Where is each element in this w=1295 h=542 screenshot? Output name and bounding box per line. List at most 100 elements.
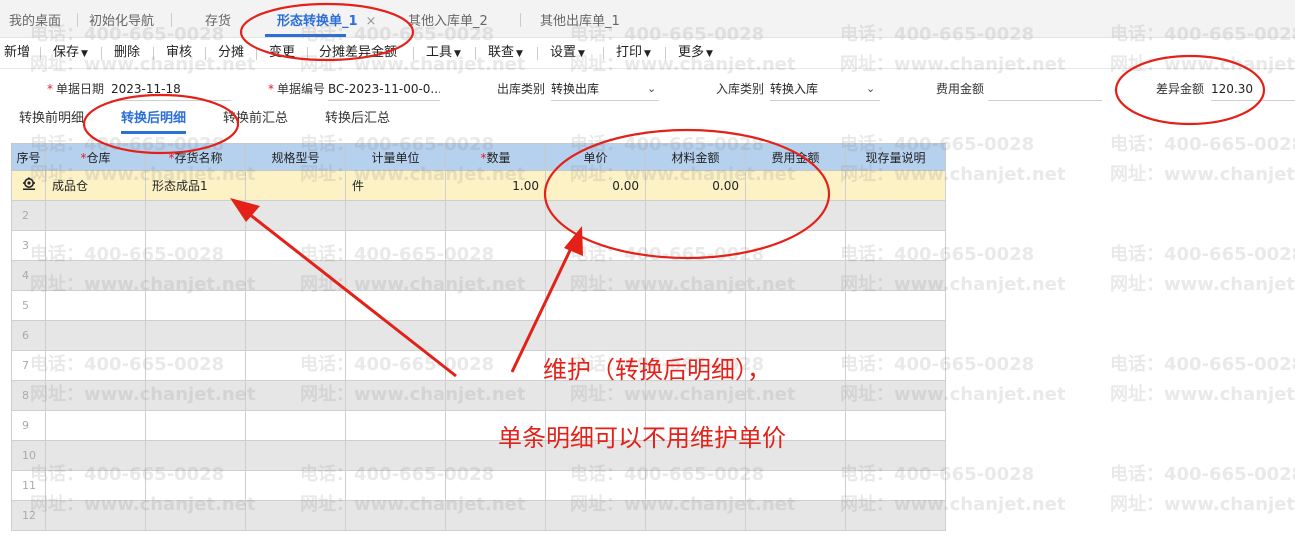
empty-cell[interactable] <box>245 230 346 261</box>
empty-cell[interactable] <box>145 440 246 471</box>
tab-form-conversion[interactable]: 形态转换单_1 × <box>265 0 376 37</box>
empty-cell[interactable] <box>45 320 146 351</box>
empty-cell[interactable] <box>45 260 146 291</box>
empty-cell[interactable] <box>545 290 646 321</box>
empty-cell[interactable] <box>45 500 146 531</box>
empty-cell[interactable] <box>745 380 846 411</box>
table-row[interactable]: 9 <box>11 410 946 441</box>
cell-spec[interactable] <box>245 170 346 201</box>
empty-cell[interactable] <box>345 200 446 231</box>
empty-cell[interactable] <box>445 470 546 501</box>
empty-cell[interactable] <box>445 230 546 261</box>
table-row[interactable]: 10 <box>11 440 946 471</box>
empty-cell[interactable] <box>245 500 346 531</box>
empty-cell[interactable] <box>45 230 146 261</box>
empty-cell[interactable] <box>145 200 246 231</box>
col-header-qty[interactable]: *数量 <box>445 143 546 171</box>
empty-cell[interactable] <box>645 200 746 231</box>
tab-other-inbound[interactable]: 其他入库单_2 <box>408 0 488 37</box>
empty-cell[interactable] <box>845 380 946 411</box>
more-menu[interactable]: 更多 ▼ <box>678 38 713 68</box>
empty-cell[interactable] <box>445 380 546 411</box>
empty-cell[interactable] <box>145 410 246 441</box>
empty-cell[interactable] <box>845 320 946 351</box>
empty-cell[interactable] <box>845 200 946 231</box>
empty-cell[interactable] <box>45 470 146 501</box>
link-query-menu[interactable]: 联查 ▼ <box>488 38 523 68</box>
empty-cell[interactable] <box>45 380 146 411</box>
empty-cell[interactable] <box>145 230 246 261</box>
table-row[interactable]: 8 <box>11 380 946 411</box>
empty-cell[interactable] <box>145 500 246 531</box>
chevron-down-icon[interactable]: ⌄ <box>866 78 875 100</box>
empty-cell[interactable] <box>645 470 746 501</box>
row-settings-cell[interactable] <box>11 170 46 201</box>
allocate-button[interactable]: 分摊 <box>218 38 244 68</box>
col-header-price[interactable]: 单价 <box>545 143 646 171</box>
subtab-before-detail[interactable]: 转换前明细 <box>19 108 84 134</box>
empty-cell[interactable] <box>645 230 746 261</box>
fee-amount-input[interactable] <box>988 78 1102 101</box>
empty-cell[interactable] <box>745 290 846 321</box>
cell-fee-amount[interactable] <box>745 170 846 201</box>
empty-cell[interactable] <box>845 260 946 291</box>
empty-cell[interactable] <box>245 200 346 231</box>
table-row[interactable]: 7 <box>11 350 946 381</box>
empty-cell[interactable] <box>45 350 146 381</box>
empty-cell[interactable] <box>245 290 346 321</box>
empty-cell[interactable] <box>345 230 446 261</box>
empty-cell[interactable] <box>145 470 246 501</box>
cell-stock-note[interactable] <box>845 170 946 201</box>
empty-cell[interactable] <box>845 230 946 261</box>
empty-cell[interactable] <box>445 260 546 291</box>
diff-amount-input[interactable]: 120.30 <box>1211 78 1295 101</box>
in-type-select[interactable]: 转换入库 <box>770 78 880 101</box>
empty-cell[interactable] <box>345 320 446 351</box>
change-button[interactable]: 变更 <box>269 38 295 68</box>
tab-my-desktop[interactable]: 我的桌面 <box>9 0 61 37</box>
col-header-warehouse[interactable]: *仓库 <box>45 143 146 171</box>
empty-cell[interactable] <box>845 470 946 501</box>
empty-cell[interactable] <box>145 290 246 321</box>
empty-cell[interactable] <box>445 350 546 381</box>
empty-cell[interactable] <box>545 470 646 501</box>
doc-no-input[interactable]: BC-2023-11-00-0... <box>328 78 440 101</box>
empty-cell[interactable] <box>45 440 146 471</box>
col-header-item-name[interactable]: *存货名称 <box>145 143 246 171</box>
empty-cell[interactable] <box>545 500 646 531</box>
empty-cell[interactable] <box>545 260 646 291</box>
table-row[interactable]: 12 <box>11 500 946 531</box>
empty-cell[interactable] <box>345 500 446 531</box>
save-button[interactable]: 保存 ▼ <box>53 38 88 68</box>
empty-cell[interactable] <box>445 290 546 321</box>
table-row[interactable]: 3 <box>11 230 946 261</box>
col-header-fee-amount[interactable]: 费用金额 <box>745 143 846 171</box>
empty-cell[interactable] <box>445 500 546 531</box>
empty-cell[interactable] <box>845 410 946 441</box>
settings-menu[interactable]: 设置 ▼ <box>550 38 585 68</box>
cell-warehouse[interactable]: 成品仓 <box>45 170 146 201</box>
delete-button[interactable]: 删除 <box>114 38 140 68</box>
empty-cell[interactable] <box>745 230 846 261</box>
empty-cell[interactable] <box>745 260 846 291</box>
chevron-down-icon[interactable]: ⌄ <box>647 78 656 100</box>
empty-cell[interactable] <box>645 290 746 321</box>
col-header-stock-note[interactable]: 现存量说明 <box>845 143 946 171</box>
out-type-select[interactable]: 转换出库 <box>551 78 659 101</box>
empty-cell[interactable] <box>245 380 346 411</box>
col-header-spec[interactable]: 规格型号 <box>245 143 346 171</box>
empty-cell[interactable] <box>545 200 646 231</box>
cell-price[interactable]: 0.00 <box>545 170 646 201</box>
empty-cell[interactable] <box>845 290 946 321</box>
empty-cell[interactable] <box>545 320 646 351</box>
empty-cell[interactable] <box>645 320 746 351</box>
subtab-before-summary[interactable]: 转换前汇总 <box>223 108 288 134</box>
empty-cell[interactable] <box>645 500 746 531</box>
tools-menu[interactable]: 工具 ▼ <box>426 38 461 68</box>
empty-cell[interactable] <box>245 260 346 291</box>
empty-cell[interactable] <box>45 410 146 441</box>
empty-cell[interactable] <box>745 470 846 501</box>
empty-cell[interactable] <box>545 380 646 411</box>
empty-cell[interactable] <box>345 350 446 381</box>
doc-date-input[interactable]: 2023-11-18 <box>111 78 231 101</box>
